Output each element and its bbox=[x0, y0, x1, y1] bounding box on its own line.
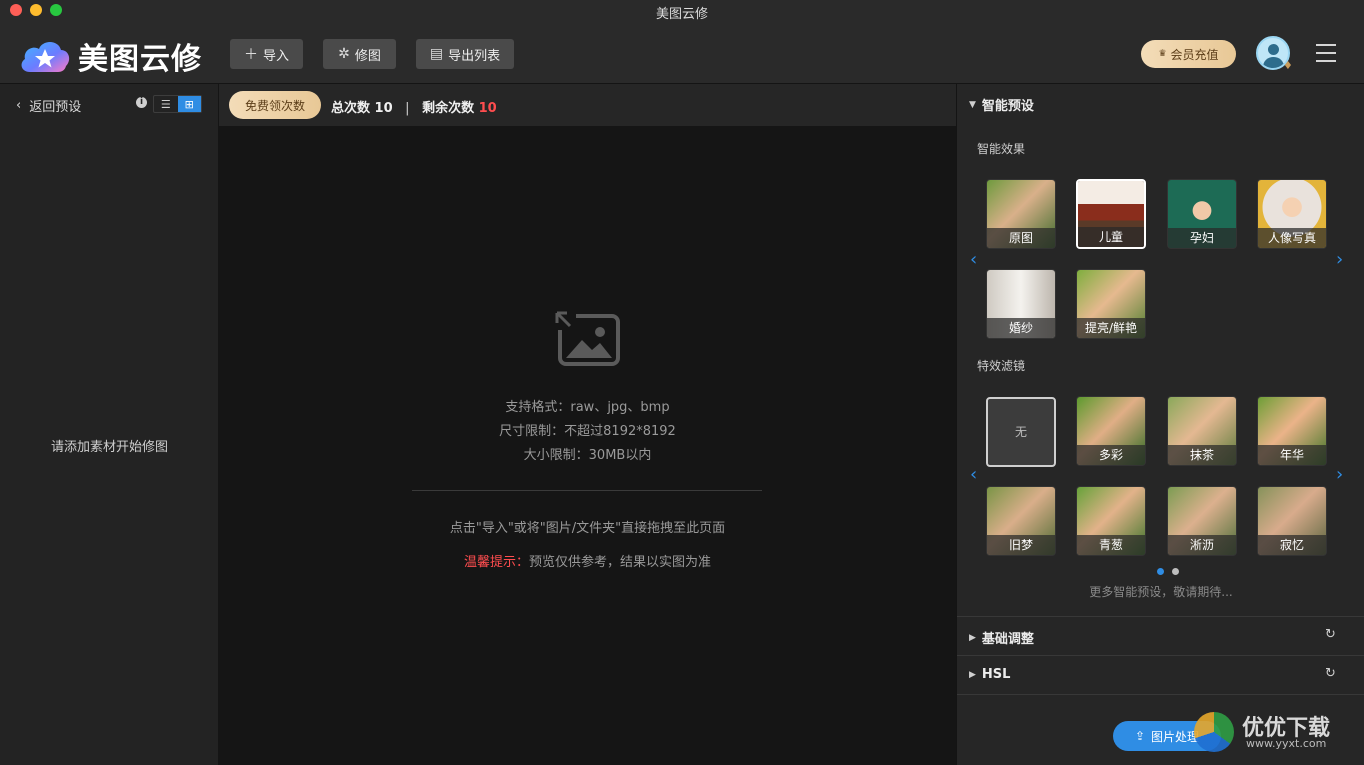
filter-thumb[interactable]: 青葱 bbox=[1076, 486, 1146, 556]
left-empty-text: 请添加素材开始修图 bbox=[50, 440, 168, 455]
plus-icon: ＋ bbox=[243, 47, 258, 63]
divider bbox=[957, 655, 1364, 656]
hsl-title: HSL bbox=[981, 667, 1011, 682]
hamburger-menu-icon[interactable] bbox=[1316, 44, 1336, 62]
remaining-label: 剩余次数 bbox=[422, 101, 475, 116]
usage-bar: 免费领次数 总次数 10 | 剩余次数 10 bbox=[219, 84, 956, 126]
size-line: 尺寸限制：不超过8192*8192 bbox=[499, 424, 676, 439]
app-logo: 美图云修 bbox=[18, 34, 202, 78]
document-icon: ▤ bbox=[429, 46, 444, 62]
filesize-line: 大小限制：30MB以内 bbox=[523, 448, 652, 463]
effect-thumb[interactable]: 儿童 bbox=[1076, 179, 1146, 249]
effect-thumb[interactable]: 提亮/鲜艳 bbox=[1076, 269, 1146, 339]
filter-thumb[interactable]: 抹茶 bbox=[1167, 396, 1237, 466]
app-window: 美图云修 美图云修 ＋ 导入 ✲ 修图 ▤ 导出列表 ♛ 会员充值 ♦ ‹ 返回… bbox=[0, 0, 1364, 765]
image-drop-icon bbox=[554, 310, 622, 368]
filter-thumb[interactable]: 淅沥 bbox=[1167, 486, 1237, 556]
logo-text: 美图云修 bbox=[78, 42, 202, 77]
more-presets-text: 更多智能预设，敬请期待... bbox=[1089, 585, 1233, 599]
smart-effect-label: 智能效果 bbox=[977, 142, 1026, 156]
smart-preset-title: 智能预设 bbox=[981, 99, 1034, 114]
info-icon[interactable]: i bbox=[136, 97, 147, 108]
tip-text: 预览仅供参考，结果以实图为准 bbox=[529, 555, 712, 570]
export-list-button[interactable]: ▤ 导出列表 bbox=[416, 39, 514, 69]
sparkle-icon: ✲ bbox=[338, 46, 350, 62]
page-dot-active[interactable] bbox=[1157, 568, 1164, 575]
effects-prev-arrow-icon[interactable]: ‹ bbox=[970, 249, 977, 270]
basic-adjust-title: 基础调整 bbox=[981, 632, 1034, 647]
hsl-header[interactable]: ▶ HSL bbox=[969, 667, 1010, 682]
total-value: 10 bbox=[374, 101, 393, 116]
upload-icon: ⇪ bbox=[1134, 729, 1146, 743]
reset-icon[interactable]: ↻ bbox=[1325, 666, 1336, 681]
crown-icon: ♛ bbox=[1158, 49, 1167, 59]
window-title: 美图云修 bbox=[655, 7, 708, 22]
file-requirements: 支持格式：raw、jpg、bmp 尺寸限制：不超过8192*8192 大小限制：… bbox=[219, 396, 956, 468]
import-button[interactable]: ＋ 导入 bbox=[230, 39, 303, 69]
retouch-button[interactable]: ✲ 修图 bbox=[323, 39, 396, 69]
pagination-dots bbox=[1157, 568, 1179, 575]
filter-thumb[interactable]: 寂忆 bbox=[1257, 486, 1327, 556]
effect-thumb[interactable]: 孕妇 bbox=[1167, 179, 1237, 249]
page-dot[interactable] bbox=[1172, 568, 1179, 575]
drag-hint: 点击"导入"或将"图片/文件夹"直接拖拽至此页面 bbox=[449, 521, 726, 536]
triangle-right-icon: ▶ bbox=[969, 632, 976, 643]
retouch-label: 修图 bbox=[354, 48, 381, 64]
import-label: 导入 bbox=[262, 48, 289, 64]
reset-icon[interactable]: ↻ bbox=[1325, 627, 1336, 642]
back-to-presets-button[interactable]: ‹ 返回预设 bbox=[16, 96, 81, 115]
triangle-right-icon: ▶ bbox=[969, 669, 976, 680]
filter-thumb[interactable]: 多彩 bbox=[1076, 396, 1146, 466]
right-panel: ▼ 智能预设 智能效果 ‹ › 原图 儿童 孕妇 人像写真 婚纱 提亮/鲜艳 特… bbox=[956, 84, 1364, 765]
watermark-url: www.yyxt.com bbox=[1246, 737, 1327, 750]
divider bbox=[957, 616, 1364, 617]
filter-label: 特效滤镜 bbox=[977, 359, 1026, 373]
app-header: 美图云修 ＋ 导入 ✲ 修图 ▤ 导出列表 ♛ 会员充值 ♦ bbox=[0, 22, 1364, 84]
divider bbox=[957, 694, 1364, 695]
watermark-logo-icon bbox=[1194, 712, 1234, 752]
vip-recharge-button[interactable]: ♛ 会员充值 bbox=[1141, 40, 1236, 68]
basic-adjust-header[interactable]: ▶ 基础调整 bbox=[969, 628, 1034, 647]
back-label: 返回预设 bbox=[29, 100, 82, 115]
format-line: 支持格式：raw、jpg、bmp bbox=[505, 400, 670, 415]
filters-prev-arrow-icon[interactable]: ‹ bbox=[970, 464, 977, 485]
tip-label: 温馨提示： bbox=[463, 555, 529, 570]
free-credits-button[interactable]: 免费领次数 bbox=[229, 91, 321, 119]
effects-next-arrow-icon[interactable]: › bbox=[1336, 249, 1343, 270]
vip-label: 会员充值 bbox=[1170, 47, 1219, 62]
effect-thumb[interactable]: 人像写真 bbox=[1257, 179, 1327, 249]
list-view-icon[interactable]: ☰ bbox=[154, 96, 178, 112]
grid-view-icon[interactable]: ⊞ bbox=[177, 96, 201, 112]
site-watermark: 优优下载 www.yyxt.com bbox=[1190, 708, 1364, 760]
left-panel: ‹ 返回预设 i ☰ ⊞ 请添加素材开始修图 bbox=[0, 84, 219, 765]
export-list-label: 导出列表 bbox=[448, 48, 501, 64]
filter-thumb[interactable]: 年华 bbox=[1257, 396, 1327, 466]
remaining-value: 10 bbox=[478, 101, 497, 116]
filter-thumb[interactable]: 旧梦 bbox=[986, 486, 1056, 556]
warm-tip: 温馨提示：预览仅供参考，结果以实图为准 bbox=[219, 551, 956, 570]
diamond-badge-icon: ♦ bbox=[1283, 59, 1293, 72]
main-canvas[interactable]: 免费领次数 总次数 10 | 剩余次数 10 支持格式：raw、jpg、bmp … bbox=[219, 84, 956, 765]
divider bbox=[412, 490, 762, 491]
total-label: 总次数 bbox=[331, 101, 371, 116]
effect-thumb[interactable]: 婚纱 bbox=[986, 269, 1056, 339]
triangle-down-icon: ▼ bbox=[969, 99, 976, 110]
filters-next-arrow-icon[interactable]: › bbox=[1336, 464, 1343, 485]
usage-counts: 总次数 10 | 剩余次数 10 bbox=[331, 101, 497, 116]
smart-preset-header[interactable]: ▼ 智能预设 bbox=[969, 95, 1034, 114]
cloud-star-logo-icon bbox=[18, 36, 72, 76]
effect-thumb[interactable]: 原图 bbox=[986, 179, 1056, 249]
chevron-left-icon: ‹ bbox=[16, 98, 22, 113]
view-toggle: ☰ ⊞ bbox=[153, 95, 202, 113]
title-bar: 美图云修 bbox=[0, 0, 1364, 22]
filter-none-thumb[interactable]: 无 bbox=[986, 397, 1056, 467]
